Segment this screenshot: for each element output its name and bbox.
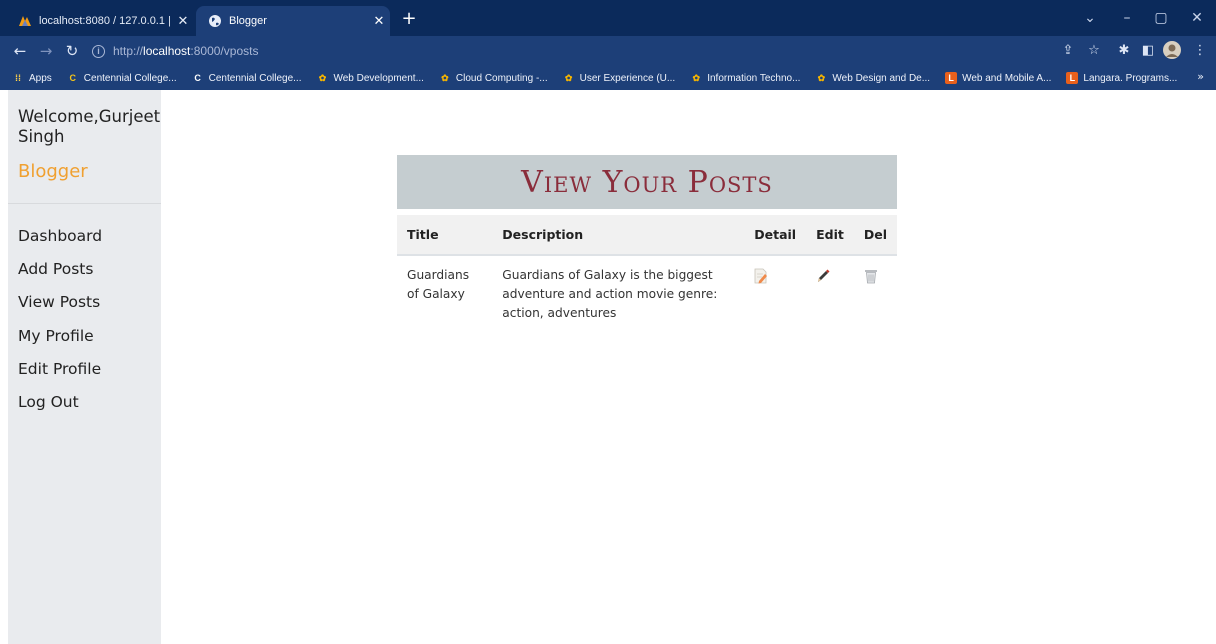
folder-bookmark-icon: ✿ (441, 73, 449, 83)
minimize-icon[interactable]: – (1112, 8, 1142, 28)
brand-logo[interactable]: Blogger (18, 161, 88, 182)
bookmark-web-mobile[interactable]: L Web and Mobile A... (945, 72, 1051, 84)
main-content: View Your Posts Title Description Detail… (397, 155, 897, 333)
extensions-puzzle-icon[interactable]: ✱ (1114, 41, 1134, 61)
bookmarks-bar: ⁞⁞ Apps C Centennial College... C Centen… (0, 66, 1216, 90)
restore-icon[interactable]: ▢ (1146, 8, 1176, 28)
bookmark-label: Web Development... (333, 72, 424, 84)
langara-icon: L (945, 72, 958, 84)
close-icon[interactable]: ✕ (368, 13, 390, 29)
globe-icon (209, 15, 221, 27)
tab-title: localhost:8080 / 127.0.0.1 | phpMyAdmin (39, 15, 172, 27)
column-header-edit: Edit (806, 215, 854, 256)
edit-pen-icon[interactable] (816, 268, 830, 284)
side-panel-icon[interactable]: ◧ (1138, 41, 1158, 61)
bookmark-centennial-2[interactable]: C Centennial College... (192, 72, 302, 84)
bookmark-web-development[interactable]: ✿ Web Development... (316, 72, 424, 84)
address-bar[interactable]: i http://localhost:8000/vposts (92, 40, 1172, 62)
sidebar-nav: Dashboard Add Posts View Posts My Profil… (18, 224, 102, 423)
tab-title: Blogger (229, 15, 267, 27)
bookmark-apps[interactable]: ⁞⁞ Apps (12, 72, 52, 84)
url-host: localhost (143, 44, 191, 58)
sidebar-item-edit-profile[interactable]: Edit Profile (18, 357, 102, 390)
bookmark-label: Cloud Computing -... (455, 72, 548, 84)
table-header-row: Title Description Detail Edit Del (397, 215, 897, 256)
posts-table: Title Description Detail Edit Del Guardi… (397, 215, 897, 333)
forward-arrow-icon[interactable]: → (36, 41, 56, 61)
bookmark-label: Information Techno... (707, 72, 801, 84)
bookmark-label: Langara. Programs... (1083, 72, 1178, 84)
column-header-detail: Detail (744, 215, 807, 256)
share-icon[interactable]: ⇪ (1058, 41, 1078, 61)
delete-cell (854, 255, 897, 333)
edit-cell (806, 255, 854, 333)
apps-grid-icon: ⁞⁞ (15, 73, 21, 83)
sidebar-item-log-out[interactable]: Log Out (18, 390, 102, 423)
phpmyadmin-icon (19, 16, 31, 26)
column-header-description: Description (492, 215, 745, 256)
url-scheme: http:// (113, 44, 144, 58)
folder-bookmark-icon: ✿ (318, 73, 327, 83)
menu-kebab-icon[interactable]: ⋮ (1190, 41, 1210, 61)
post-title: Guardians of Galaxy (407, 268, 470, 301)
page-banner: View Your Posts (397, 155, 897, 209)
folder-bookmark-icon: ✿ (564, 73, 573, 83)
column-header-title: Title (397, 215, 493, 256)
sidebar-divider (8, 203, 161, 204)
bookmark-langara-programs[interactable]: L Langara. Programs... (1066, 72, 1177, 84)
bookmark-label: Centennial College... (83, 72, 177, 84)
profile-avatar[interactable] (1162, 41, 1182, 61)
url-path: :8000/vposts (190, 44, 259, 58)
bookmark-web-design[interactable]: ✿ Web Design and De... (815, 72, 930, 84)
sidebar-item-my-profile[interactable]: My Profile (18, 324, 102, 357)
sidebar-item-dashboard[interactable]: Dashboard (18, 224, 102, 257)
langara-icon: L (1066, 72, 1079, 84)
bookmark-label: User Experience (U... (579, 72, 676, 84)
bookmark-star-icon[interactable]: ☆ (1084, 41, 1104, 61)
table-row: Guardians of Galaxy Guardians of Galaxy … (397, 255, 897, 333)
reload-icon[interactable]: ↻ (62, 41, 82, 61)
browser-toolbar: ← → ↻ i http://localhost:8000/vposts ⇪ ☆… (0, 36, 1216, 66)
detail-note-icon[interactable] (754, 268, 768, 284)
avatar-icon (1163, 41, 1181, 59)
more-bookmarks-chevron-icon[interactable]: » (1197, 70, 1204, 83)
tab-search-chevron-icon[interactable]: ⌄ (1075, 8, 1105, 28)
folder-bookmark-icon: ✿ (692, 73, 700, 83)
post-description: Guardians of Galaxy is the biggest adven… (502, 268, 718, 320)
bookmark-cloud-computing[interactable]: ✿ Cloud Computing -... (439, 72, 548, 84)
bookmark-label: Web and Mobile A... (962, 72, 1052, 84)
bookmark-centennial-1[interactable]: C Centennial College... (67, 72, 177, 84)
tab-blogger[interactable]: Blogger ✕ (196, 6, 390, 36)
page-title: View Your Posts (521, 164, 773, 200)
bookmark-user-experience[interactable]: ✿ User Experience (U... (563, 72, 676, 84)
trash-icon[interactable] (864, 268, 878, 284)
centennial-icon: C (69, 73, 77, 83)
new-tab-icon[interactable]: + (398, 8, 420, 30)
detail-cell (744, 255, 806, 333)
close-icon[interactable]: ✕ (172, 13, 194, 29)
sidebar-item-add-posts[interactable]: Add Posts (18, 257, 102, 290)
bookmark-label: Centennial College... (208, 72, 302, 84)
back-arrow-icon[interactable]: ← (10, 41, 30, 61)
info-icon[interactable]: i (92, 44, 105, 58)
browser-tab-bar: localhost:8080 / 127.0.0.1 | phpMyAdmin … (0, 0, 1216, 36)
bookmark-information-technology[interactable]: ✿ Information Techno... (690, 72, 800, 84)
tab-phpmyadmin[interactable]: localhost:8080 / 127.0.0.1 | phpMyAdmin … (10, 6, 194, 36)
welcome-message: Welcome,Gurjeet Singh (18, 107, 161, 146)
column-header-del: Del (853, 215, 897, 256)
window-close-icon[interactable]: ✕ (1182, 8, 1212, 28)
bookmark-label: Web Design and De... (832, 72, 931, 84)
bookmark-label: Apps (29, 72, 52, 84)
centennial-icon: C (194, 73, 201, 83)
sidebar: Welcome,Gurjeet Singh Blogger Dashboard … (8, 90, 161, 644)
sidebar-item-view-posts[interactable]: View Posts (18, 290, 102, 323)
folder-bookmark-icon: ✿ (817, 73, 826, 83)
